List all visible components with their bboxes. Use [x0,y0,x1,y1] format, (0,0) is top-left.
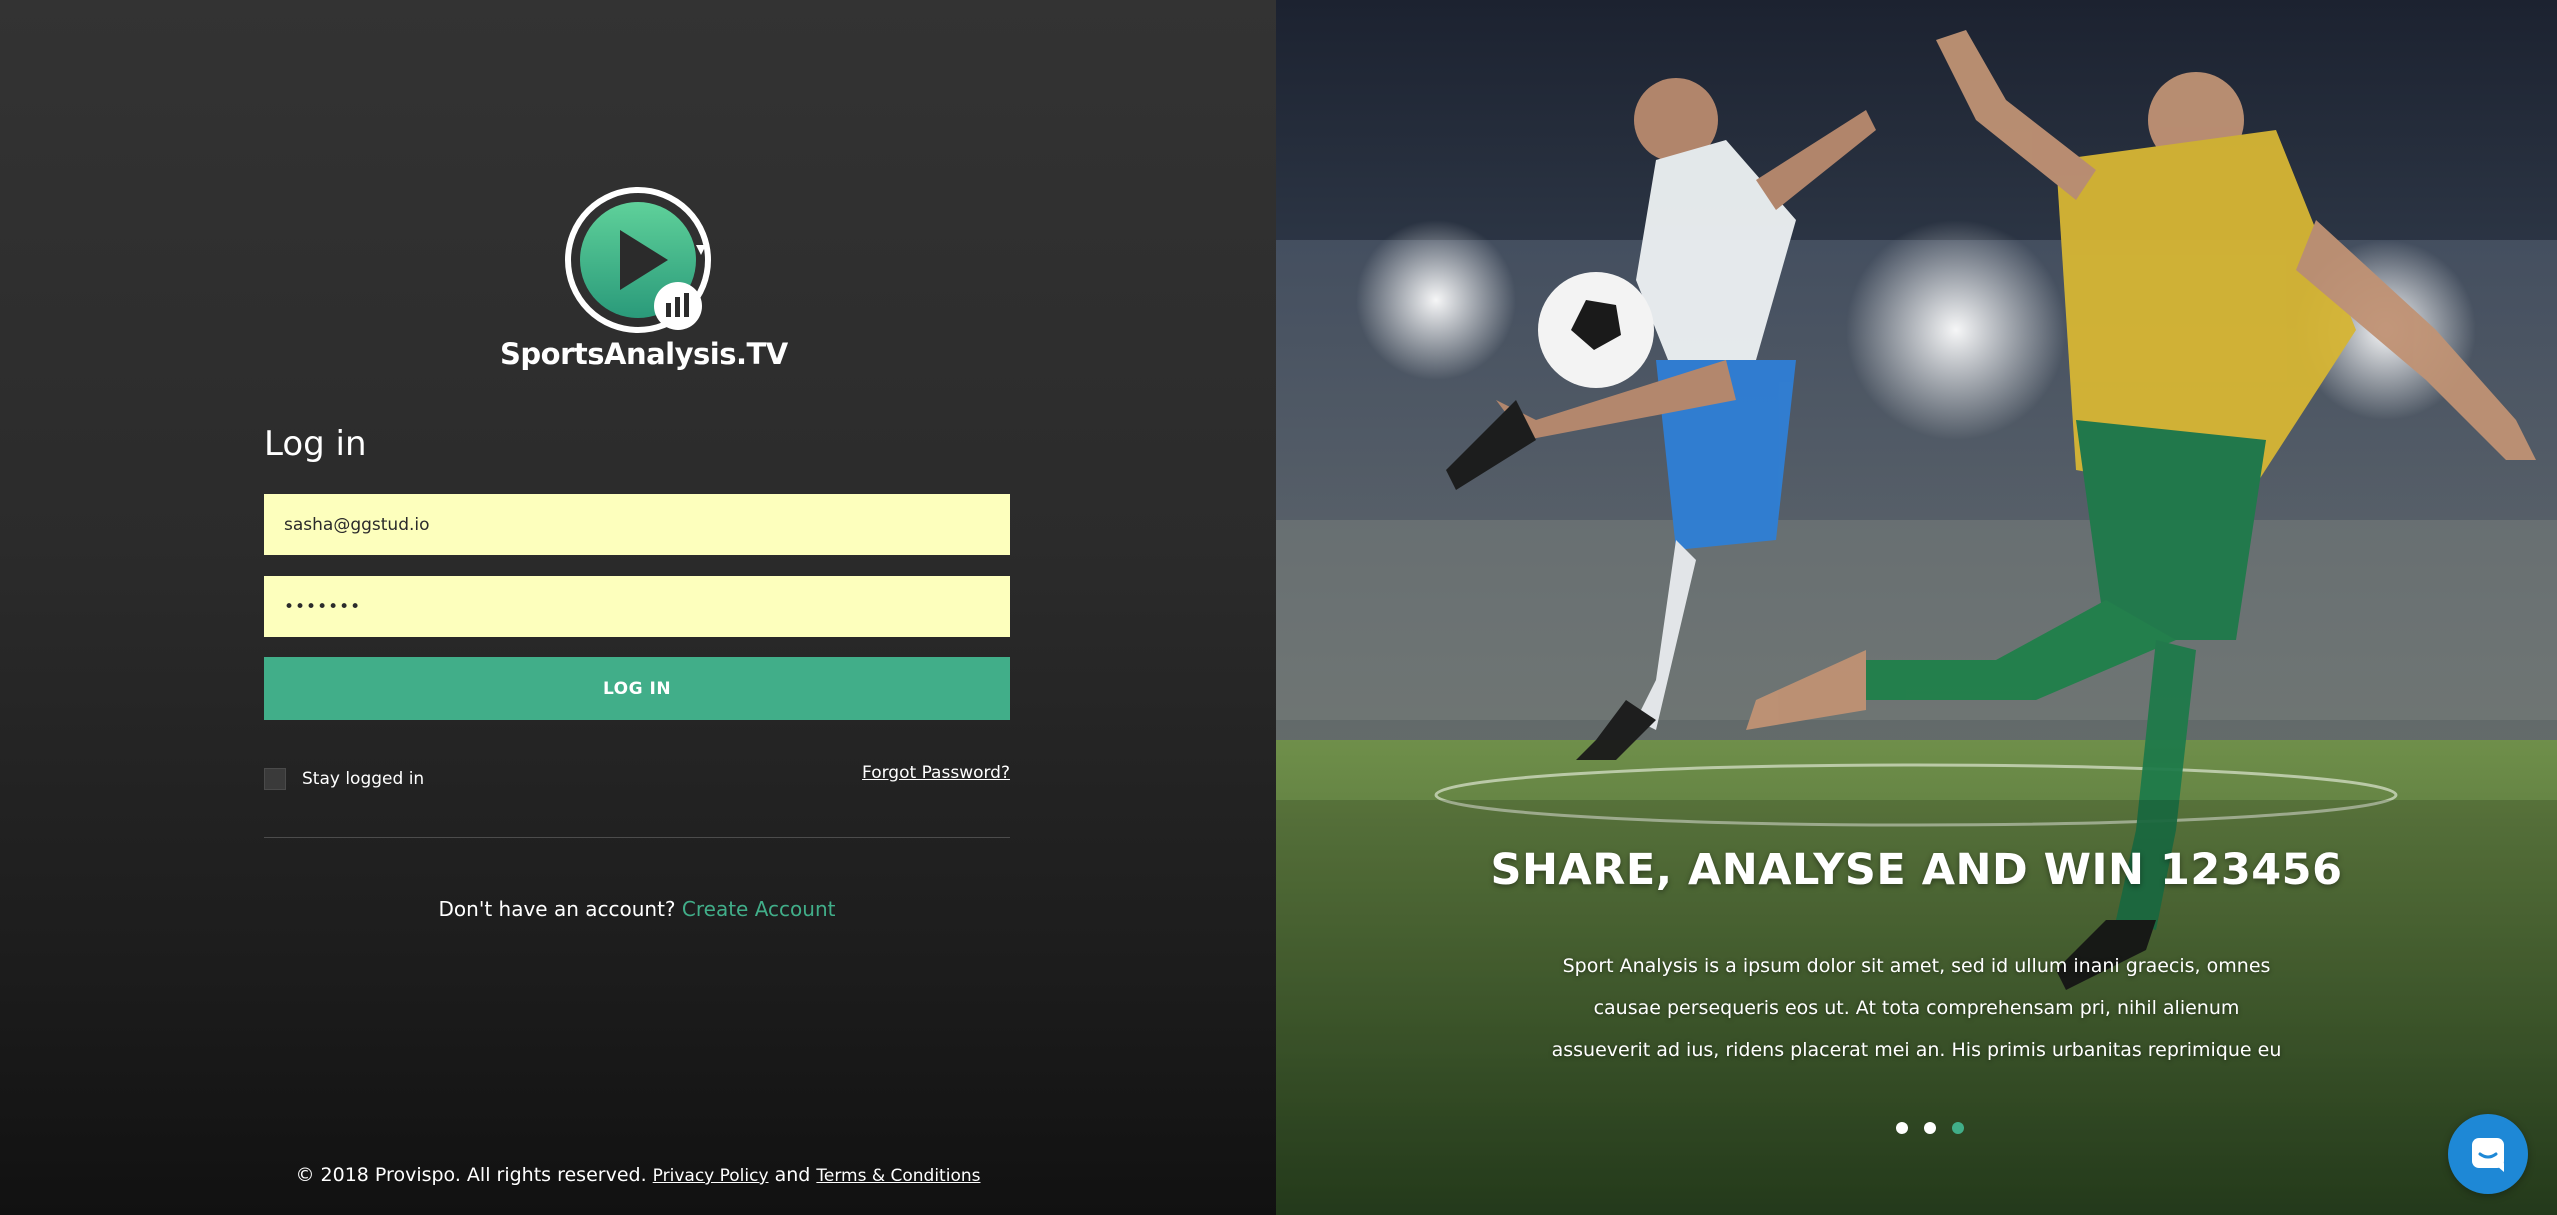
create-account-link[interactable]: Create Account [682,897,836,921]
privacy-policy-link[interactable]: Privacy Policy [653,1166,769,1186]
brand-name: SportsAnalysis.TV [500,337,788,371]
login-page: SportsAnalysis.TV Log in LOG IN Stay log… [0,0,2557,1215]
carousel-dot-1[interactable] [1896,1122,1908,1134]
signup-prompt: Don't have an account? Create Account [264,897,1010,921]
footer-and-text: and [774,1164,811,1186]
carousel-dots [1896,1122,1980,1134]
forgot-password-link[interactable]: Forgot Password? [862,763,1010,783]
divider [264,837,1010,838]
login-title: Log in [264,424,367,464]
brand-logo[interactable]: SportsAnalysis.TV [500,185,788,380]
chat-button[interactable] [2448,1114,2528,1194]
stay-logged-in[interactable]: Stay logged in [264,768,424,790]
login-panel: SportsAnalysis.TV Log in LOG IN Stay log… [0,0,1276,1215]
stay-logged-in-label[interactable]: Stay logged in [302,769,424,789]
carousel-dot-3[interactable] [1952,1122,1964,1134]
email-field[interactable] [264,494,1010,555]
hero-description: Sport Analysis is a ipsum dolor sit amet… [1551,955,2282,1061]
password-field[interactable] [264,576,1010,637]
play-circle-chart-logo-icon [565,187,711,333]
hero-title: SHARE, ANALYSE AND WIN 123456 [1490,845,2343,895]
copyright-text: © 2018 Provispo. All rights reserved. [295,1164,647,1186]
signup-prompt-text: Don't have an account? [438,897,676,921]
footer: © 2018 Provispo. All rights reserved. Pr… [0,1164,1276,1186]
stay-logged-in-checkbox[interactable] [264,768,286,790]
hero-carousel: SHARE, ANALYSE AND WIN 123456 Sport Anal… [1276,0,2557,1215]
login-button[interactable]: LOG IN [264,657,1010,720]
carousel-dot-2[interactable] [1924,1122,1936,1134]
terms-link[interactable]: Terms & Conditions [816,1166,980,1186]
chat-icon [2472,1138,2504,1172]
